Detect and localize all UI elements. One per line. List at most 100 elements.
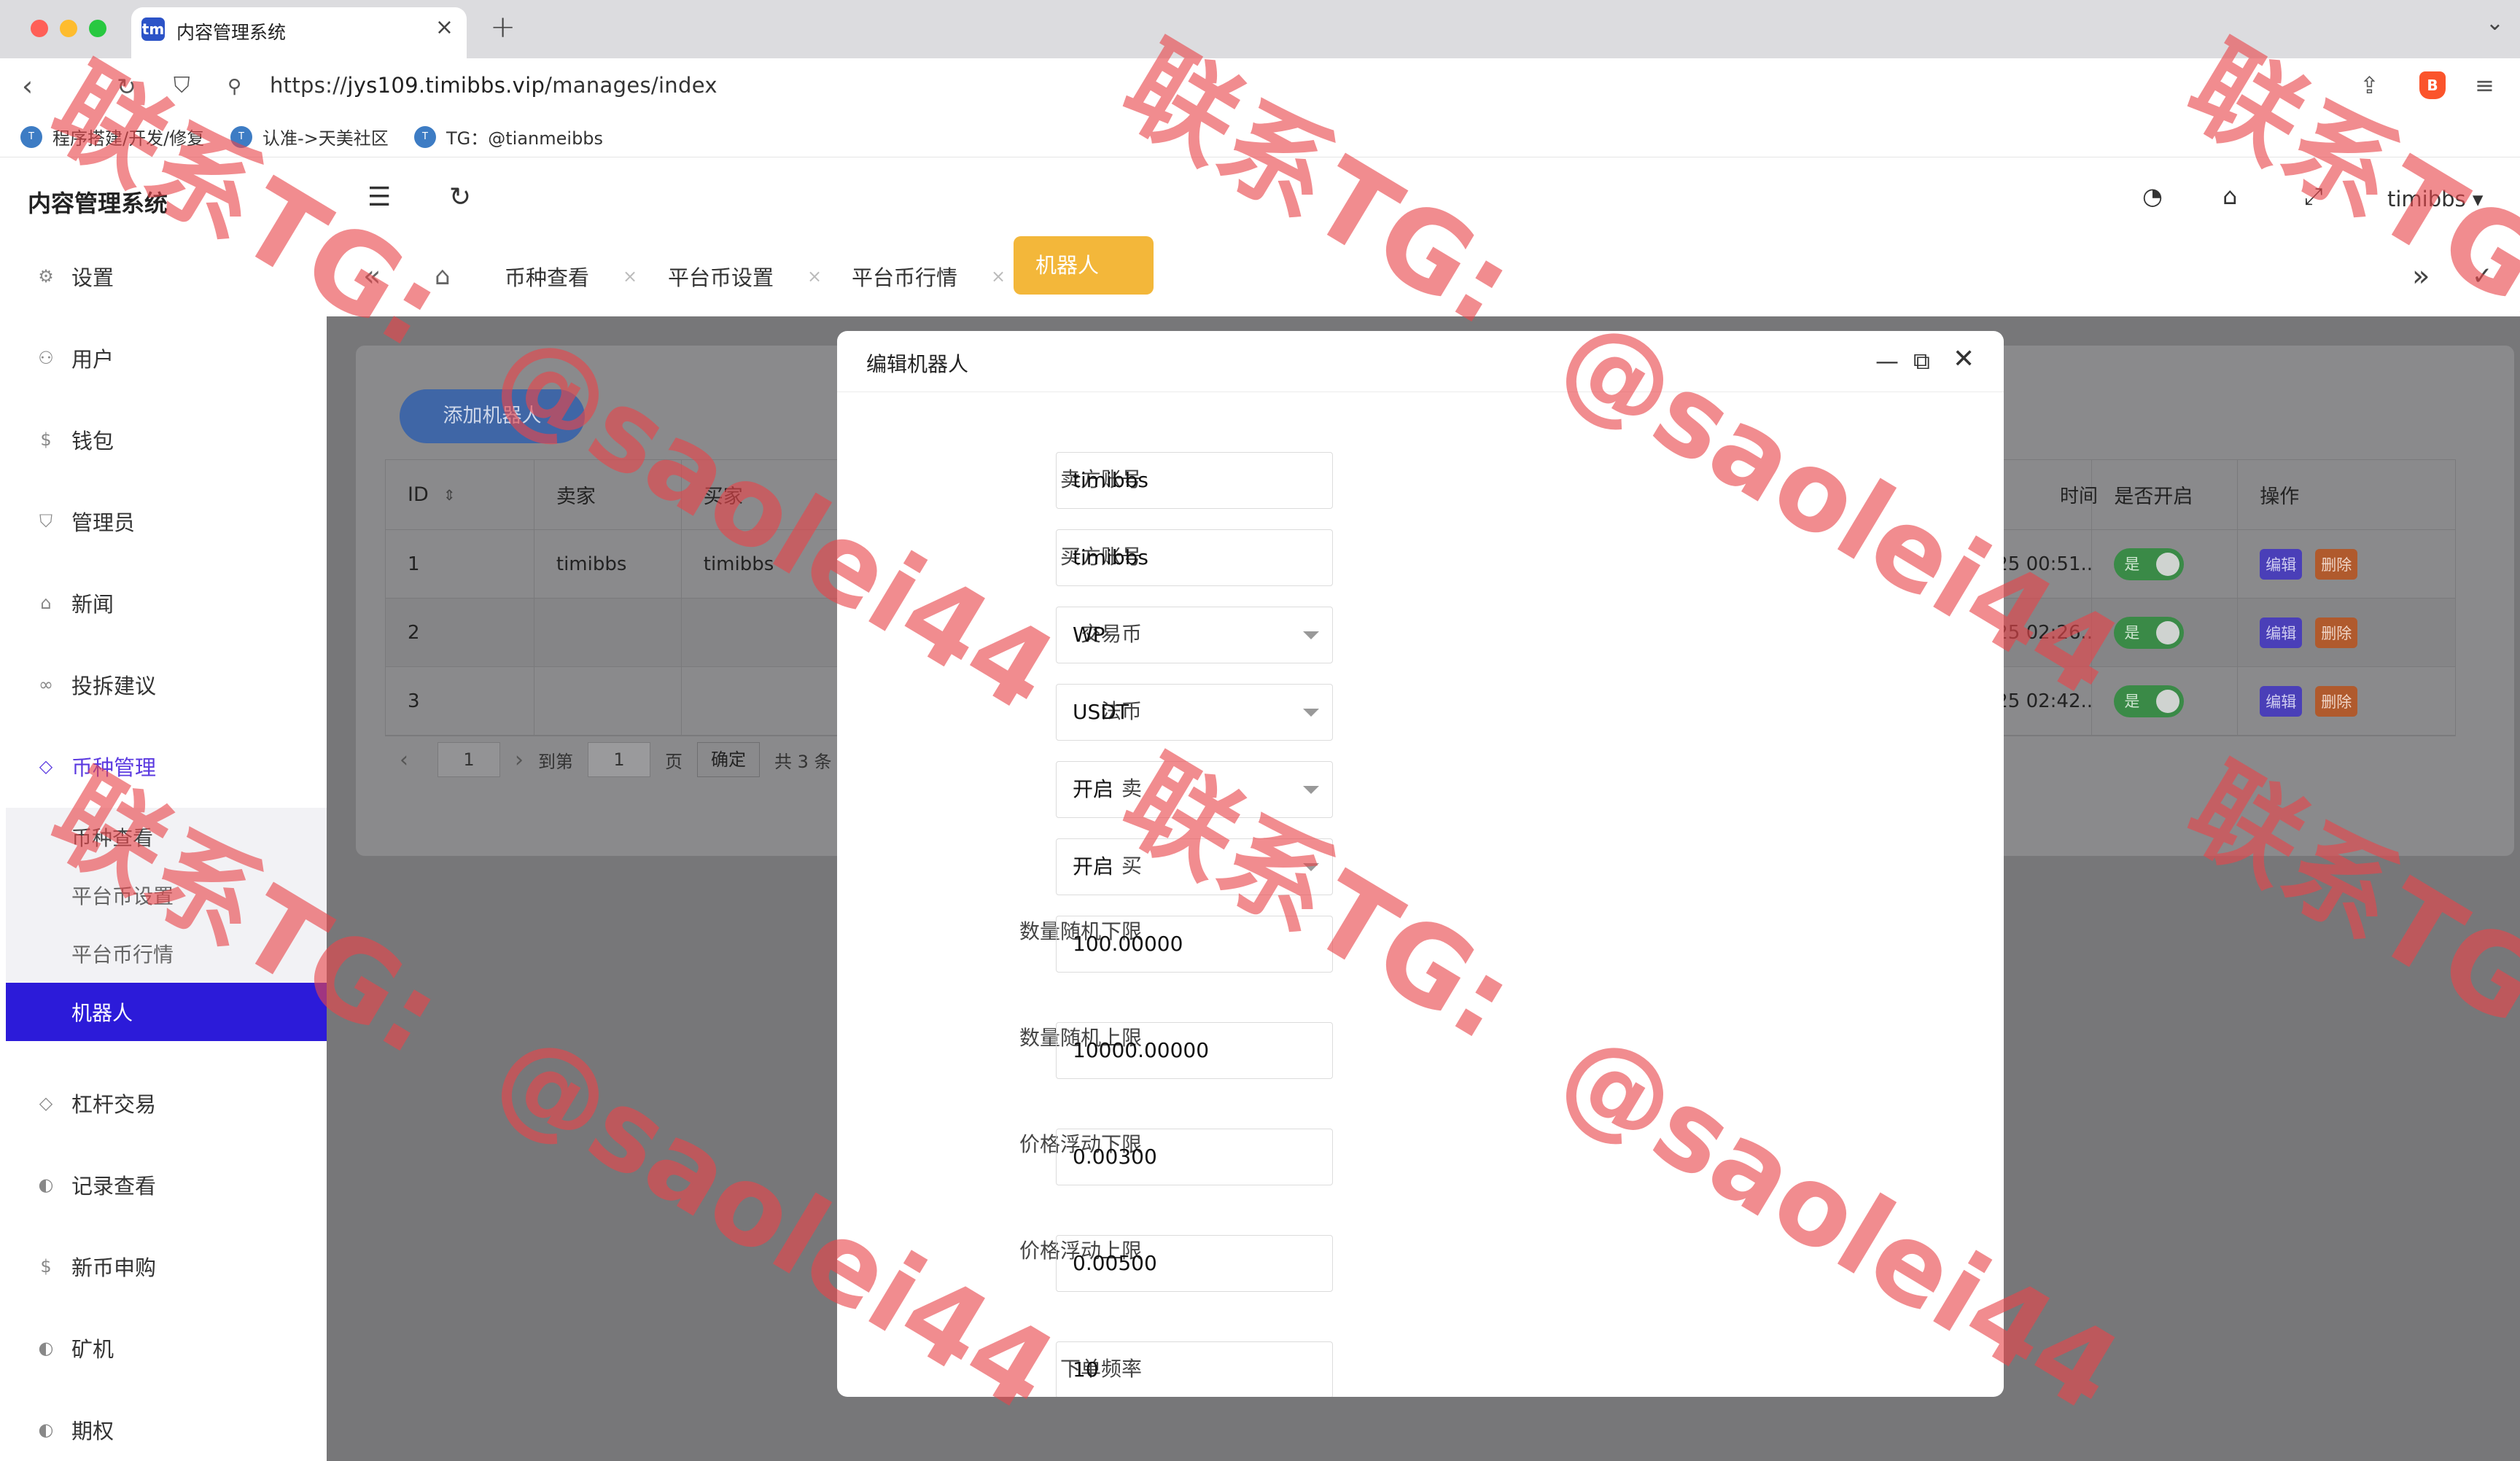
dialog-header: 编辑机器人 — ⧉ ✕ [837, 331, 2004, 392]
tab-coin-view[interactable]: 币种查看 × [505, 236, 637, 316]
delete-button[interactable]: 删除 [2315, 548, 2358, 580]
tab-robot[interactable]: 机器人 [1014, 236, 1154, 295]
browser-tab[interactable]: tm 内容管理系统 × [131, 7, 467, 58]
bookmark-icon[interactable]: ⛉ [174, 73, 190, 98]
buyer-account-input[interactable]: timibbs [1056, 529, 1333, 586]
prev-page-icon[interactable]: ‹ [400, 747, 408, 773]
record-icon: ◐ [38, 1338, 54, 1358]
edit-button[interactable]: 编辑 [2260, 548, 2303, 580]
bookmark-favicon-icon: T [20, 125, 42, 148]
enabled-toggle[interactable]: 是 [2114, 616, 2185, 649]
bookmark-item[interactable]: T 认准->天美社区 [230, 124, 389, 149]
fullscreen-icon[interactable]: ⤢ [2304, 182, 2323, 211]
sidebar-item-feedback[interactable]: ∞ 投拆建议 [0, 659, 327, 710]
sidebar-item-users[interactable]: ⚇ 用户 [0, 332, 327, 383]
total-count: 共 3 条 [774, 751, 832, 772]
enabled-toggle[interactable]: 是 [2114, 685, 2185, 717]
fiat-select[interactable]: USDT [1056, 684, 1333, 741]
qty-min-input[interactable]: 100.00000 [1056, 916, 1333, 973]
price-max-input[interactable]: 0.00500 [1056, 1235, 1333, 1292]
bookmark-item[interactable]: T 程序搭建/开发/修复 [20, 124, 204, 149]
tab-label: 币种查看 [505, 265, 590, 290]
cell-enabled: 是 [2092, 530, 2239, 598]
tabs-menu-icon[interactable]: ✓ [2472, 236, 2493, 316]
sort-icon[interactable]: ⇕ [443, 486, 456, 504]
tab-platform-coin-market[interactable]: 平台币行情 × [852, 236, 1006, 316]
user-menu[interactable]: timibbs ▾ [2387, 187, 2483, 211]
sidebar-item-leverage[interactable]: ◇ 杠杆交易 [0, 1078, 327, 1129]
tabs-scroll-left-icon[interactable]: « [363, 236, 381, 316]
new-tab-icon[interactable]: + [490, 9, 516, 44]
goto-confirm-button[interactable]: 确定 [697, 742, 760, 777]
trade-coin-select[interactable]: WP [1056, 607, 1333, 663]
sell-select[interactable]: 开启 [1056, 761, 1333, 818]
bookmark-favicon-icon: T [230, 125, 252, 148]
sidebar-item-label: 期权 [71, 1419, 114, 1444]
enabled-toggle[interactable]: 是 [2114, 548, 2185, 580]
close-icon[interactable]: ✕ [1953, 344, 1975, 374]
sidebar-sub-platform-coin-settings[interactable]: 平台币设置 [6, 866, 327, 924]
chevron-down-icon [1303, 863, 1319, 871]
select-value: 开启 [1073, 854, 1114, 878]
home-icon[interactable]: ⌂ [435, 236, 451, 316]
pagination: ‹ 1 › 到第 1 页 确定 共 3 条 [385, 738, 832, 782]
tag-icon[interactable]: ⌂ [2222, 182, 2237, 210]
close-window-button[interactable] [31, 20, 48, 37]
url-field[interactable]: https://jys109.timibbs.vip/manages/index [270, 73, 718, 98]
current-page[interactable]: 1 [438, 742, 500, 777]
maximize-icon[interactable]: ⧉ [1913, 347, 1930, 375]
close-tab-icon[interactable]: × [623, 266, 637, 287]
close-tab-icon[interactable]: × [807, 266, 822, 287]
minimize-icon[interactable]: — [1875, 347, 1899, 375]
sidebar-item-wallet[interactable]: $ 钱包 [0, 414, 327, 465]
chevron-down-icon[interactable]: ⌄ [2486, 10, 2504, 36]
sidebar-item-admins[interactable]: ⛉ 管理员 [0, 496, 327, 547]
theme-palette-icon[interactable]: ◔ [2142, 182, 2163, 210]
menu-icon[interactable]: ≡ [2475, 71, 2494, 99]
close-tab-icon[interactable]: × [435, 15, 454, 40]
goto-page-input[interactable]: 1 [588, 742, 650, 777]
price-min-input[interactable]: 0.00300 [1056, 1129, 1333, 1185]
browser-tab-title: 内容管理系统 [176, 22, 287, 43]
sidebar-item-coin-management[interactable]: ◇ 币种管理 [0, 741, 327, 792]
next-page-icon[interactable]: › [515, 747, 524, 773]
sidebar-sub-robot[interactable]: 机器人 [6, 983, 327, 1041]
zoom-window-button[interactable] [89, 20, 106, 37]
tab-label: 平台币设置 [668, 265, 774, 290]
column-header-id[interactable]: ID ⇕ [386, 460, 534, 529]
delete-button[interactable]: 删除 [2315, 685, 2358, 717]
seller-account-input[interactable]: timibbs [1056, 452, 1333, 509]
sidebar-item-options[interactable]: ◐ 期权 [0, 1404, 327, 1455]
close-tab-icon[interactable]: × [991, 266, 1006, 287]
tabs-scroll-right-icon[interactable]: » [2412, 236, 2430, 316]
brave-shield-icon[interactable]: B [2419, 71, 2446, 99]
sidebar-item-news[interactable]: ⌂ 新闻 [0, 577, 327, 628]
cell-id: 2 [386, 599, 534, 666]
sidebar-item-new-coin-subscription[interactable]: $ 新币申购 [0, 1241, 327, 1292]
sidebar-item-miner[interactable]: ◐ 矿机 [0, 1322, 327, 1374]
column-label: ID [408, 483, 429, 506]
sidebar-item-settings[interactable]: ⚙ 设置 [0, 251, 327, 302]
url-protocol: https:// [270, 73, 348, 98]
tab-label: 平台币行情 [852, 265, 958, 290]
sidebar-sub-coin-view[interactable]: 币种查看 [6, 808, 327, 866]
qty-max-input[interactable]: 10000.00000 [1056, 1022, 1333, 1079]
minimize-window-button[interactable] [60, 20, 77, 37]
edit-button[interactable]: 编辑 [2260, 617, 2303, 648]
tab-platform-coin-settings[interactable]: 平台币设置 × [668, 236, 822, 316]
add-robot-button[interactable]: 添加机器人 [400, 389, 585, 443]
delete-button[interactable]: 删除 [2315, 617, 2358, 648]
bookmark-item[interactable]: T TG：@tianmeibbs [414, 124, 603, 149]
collapse-menu-icon[interactable]: ☰ [368, 182, 391, 212]
refresh-icon[interactable]: ↻ [449, 182, 471, 212]
edit-button[interactable]: 编辑 [2260, 685, 2303, 717]
sidebar-sub-platform-coin-market[interactable]: 平台币行情 [6, 924, 327, 983]
order-frequency-input[interactable]: 10 [1056, 1341, 1333, 1397]
site-settings-icon[interactable]: ⚲ [228, 76, 241, 98]
back-icon[interactable]: ‹ [22, 70, 33, 102]
sidebar-item-records[interactable]: ◐ 记录查看 [0, 1159, 327, 1210]
reload-icon[interactable]: ↻ [117, 73, 136, 101]
bookmark-favicon-icon: T [414, 125, 436, 148]
buy-select[interactable]: 开启 [1056, 838, 1333, 895]
share-icon[interactable]: ⇪ [2360, 71, 2379, 99]
